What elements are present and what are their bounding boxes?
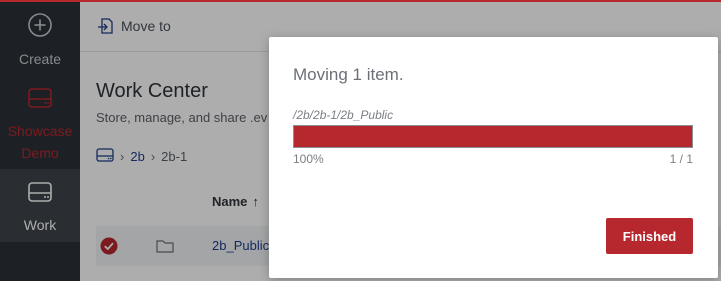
moving-path: /2b/2b-1/2b_Public xyxy=(293,108,394,122)
progress-bar xyxy=(293,125,693,148)
progress-percent: 100% xyxy=(293,152,324,166)
progress-count: 1 / 1 xyxy=(669,152,693,166)
top-accent-line xyxy=(0,0,721,2)
dialog-title: Moving 1 item. xyxy=(293,65,404,84)
moving-dialog: Moving 1 item. /2b/2b-1/2b_Public 100% 1… xyxy=(269,37,718,278)
progress-fill xyxy=(294,126,692,147)
finished-button[interactable]: Finished xyxy=(606,218,693,254)
